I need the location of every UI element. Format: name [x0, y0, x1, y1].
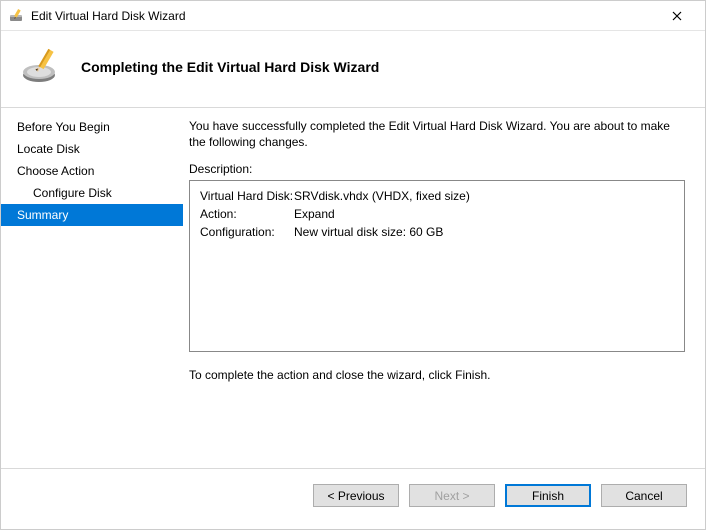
previous-button[interactable]: < Previous [313, 484, 399, 507]
window-title: Edit Virtual Hard Disk Wizard [31, 9, 657, 23]
description-value: Expand [294, 205, 335, 223]
wizard-header: Completing the Edit Virtual Hard Disk Wi… [1, 31, 705, 108]
intro-text: You have successfully completed the Edit… [189, 118, 685, 150]
sidebar-step[interactable]: Choose Action [1, 160, 183, 182]
titlebar: Edit Virtual Hard Disk Wizard [1, 1, 705, 31]
content-pane: You have successfully completed the Edit… [183, 108, 705, 468]
page-title: Completing the Edit Virtual Hard Disk Wi… [81, 59, 379, 75]
description-key: Virtual Hard Disk: [200, 187, 294, 205]
description-row: Configuration:New virtual disk size: 60 … [200, 223, 674, 241]
description-key: Configuration: [200, 223, 294, 241]
sidebar-step[interactable]: Configure Disk [1, 182, 183, 204]
finish-note: To complete the action and close the wiz… [189, 368, 685, 382]
finish-button[interactable]: Finish [505, 484, 591, 507]
description-label: Description: [189, 162, 685, 176]
description-value: New virtual disk size: 60 GB [294, 223, 443, 241]
close-button[interactable] [657, 1, 697, 31]
description-value: SRVdisk.vhdx (VHDX, fixed size) [294, 187, 470, 205]
button-bar: < Previous Next > Finish Cancel [1, 468, 705, 522]
sidebar-step[interactable]: Locate Disk [1, 138, 183, 160]
wizard-body: Before You BeginLocate DiskChoose Action… [1, 108, 705, 468]
sidebar-step[interactable]: Summary [1, 204, 183, 226]
description-box: Virtual Hard Disk:SRVdisk.vhdx (VHDX, fi… [189, 180, 685, 352]
cancel-button[interactable]: Cancel [601, 484, 687, 507]
description-row: Virtual Hard Disk:SRVdisk.vhdx (VHDX, fi… [200, 187, 674, 205]
description-key: Action: [200, 205, 294, 223]
app-icon [9, 8, 25, 24]
sidebar-step[interactable]: Before You Begin [1, 116, 183, 138]
next-button: Next > [409, 484, 495, 507]
disk-pencil-icon [21, 45, 65, 89]
step-sidebar: Before You BeginLocate DiskChoose Action… [1, 108, 183, 468]
description-row: Action:Expand [200, 205, 674, 223]
